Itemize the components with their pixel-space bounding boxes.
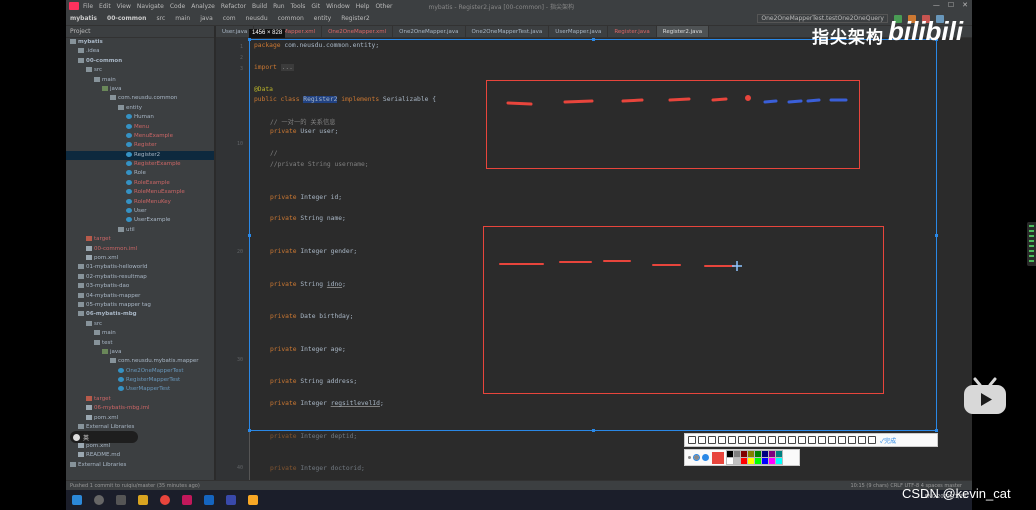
- pen-tool-icon[interactable]: [718, 436, 726, 444]
- redo-icon[interactable]: [778, 436, 786, 444]
- color-swatch[interactable]: [775, 450, 783, 458]
- color-swatch[interactable]: [733, 450, 741, 458]
- color-swatch[interactable]: [761, 457, 769, 465]
- marker-tool-icon[interactable]: [728, 436, 736, 444]
- pen-stroke: [506, 101, 533, 106]
- rectangle-tool-icon[interactable]: [688, 436, 696, 444]
- color-swatch[interactable]: [726, 450, 734, 458]
- pen-stroke: [621, 98, 644, 103]
- brush-size-medium[interactable]: [693, 454, 700, 461]
- color-swatch[interactable]: [740, 450, 748, 458]
- color-toolbar: [684, 449, 800, 466]
- translate-icon[interactable]: [828, 436, 836, 444]
- pen-stroke: [668, 97, 691, 102]
- color-swatch[interactable]: [775, 457, 783, 465]
- brush-size-large[interactable]: [702, 454, 709, 461]
- watermark-csdn: CSDN @kevin_cat: [902, 486, 1011, 501]
- color-swatch[interactable]: [740, 457, 748, 465]
- color-swatch[interactable]: [768, 450, 776, 458]
- pin-icon[interactable]: [788, 436, 796, 444]
- bilibili-tv-icon: [964, 377, 1006, 414]
- color-swatch[interactable]: [747, 450, 755, 458]
- pen-stroke: [563, 99, 594, 104]
- color-swatch[interactable]: [761, 450, 769, 458]
- mosaic-tool-icon[interactable]: [738, 436, 746, 444]
- color-swatch[interactable]: [733, 457, 741, 465]
- annotation-toolbar: ✓完成: [684, 433, 938, 447]
- done-button[interactable]: ✓完成: [880, 436, 896, 445]
- color-swatch[interactable]: [754, 457, 762, 465]
- copy-icon[interactable]: [818, 436, 826, 444]
- pen-stroke: [711, 97, 728, 102]
- pen-stroke: [787, 99, 803, 104]
- ime-label: 英: [83, 434, 90, 442]
- pen-stroke: [806, 98, 821, 103]
- ocr-icon[interactable]: [798, 436, 806, 444]
- color-swatch[interactable]: [726, 457, 734, 465]
- color-swatch[interactable]: [754, 450, 762, 458]
- scroll-capture-icon[interactable]: [808, 436, 816, 444]
- ime-icon: [73, 433, 80, 441]
- record-icon[interactable]: [838, 436, 846, 444]
- watermark-channel: 指尖架构: [812, 28, 884, 47]
- share-icon[interactable]: [848, 436, 856, 444]
- ime-indicator[interactable]: 英: [70, 431, 138, 443]
- text-tool-icon[interactable]: [748, 436, 756, 444]
- current-color[interactable]: [712, 451, 724, 464]
- watermark-bilibili: bilibili: [888, 16, 964, 46]
- color-swatch[interactable]: [747, 457, 755, 465]
- cancel-icon[interactable]: [868, 436, 876, 444]
- number-tool-icon[interactable]: [758, 436, 766, 444]
- color-palette: [726, 450, 783, 465]
- side-widget[interactable]: [1027, 222, 1036, 266]
- pen-stroke: [763, 99, 778, 104]
- pen-dot: [745, 95, 751, 101]
- ellipse-tool-icon[interactable]: [698, 436, 706, 444]
- crosshair-cursor-icon: [732, 261, 742, 271]
- undo-icon[interactable]: [768, 436, 776, 444]
- save-icon[interactable]: [858, 436, 866, 444]
- brush-size-small[interactable]: [688, 456, 691, 459]
- arrow-tool-icon[interactable]: [708, 436, 716, 444]
- color-swatch[interactable]: [768, 457, 776, 465]
